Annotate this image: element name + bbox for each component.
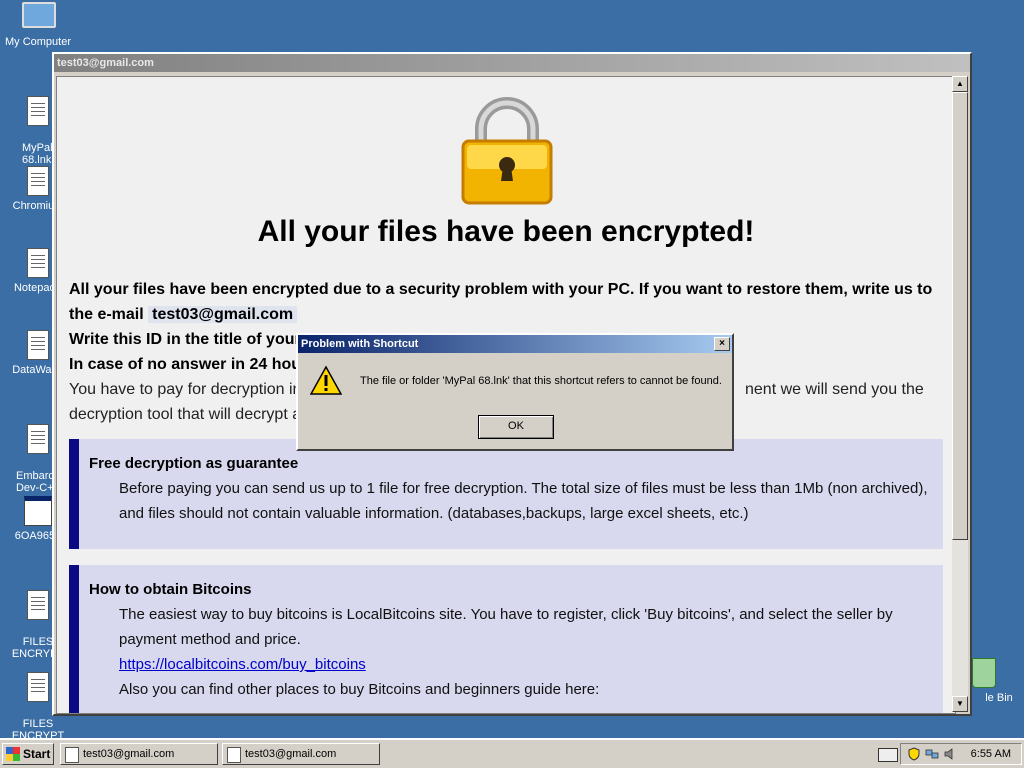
clock[interactable]: 6:55 AM (971, 744, 1011, 764)
bitcoin-text: The easiest way to buy bitcoins is Local… (119, 606, 893, 648)
free-decryption-box: Free decryption as guarantee Before payi… (69, 439, 943, 549)
scroll-thumb[interactable] (952, 92, 968, 540)
start-button[interactable]: Start (2, 743, 54, 765)
document-icon (227, 747, 241, 763)
start-label: Start (23, 747, 51, 761)
document-icon (22, 424, 54, 456)
error-message: The file or folder 'MyPal 68.lnk' that t… (360, 375, 722, 387)
warning-icon (310, 365, 342, 395)
desktop-icon-label: My Computer (4, 36, 72, 48)
window-title[interactable]: test03@gmail.com (54, 54, 970, 72)
payment-text-start: You have to pay for decryption in B (69, 381, 317, 398)
taskbar-item[interactable]: test03@gmail.com (222, 743, 380, 765)
free-decryption-text: Before paying you can send us up to 1 fi… (119, 480, 928, 522)
document-icon (22, 166, 54, 198)
document-icon (22, 330, 54, 362)
bitcoin-heading: How to obtain Bitcoins (89, 581, 252, 598)
intro-paragraph: All your files have been encrypted due t… (69, 277, 949, 327)
document-icon (22, 248, 54, 280)
email-address[interactable]: test03@gmail.com (148, 306, 298, 323)
bitcoin-more-text: Also you can find other places to buy Bi… (119, 681, 600, 698)
network-icon[interactable] (925, 747, 939, 761)
computer-icon (22, 2, 56, 34)
taskbar-item-label: test03@gmail.com (245, 748, 337, 760)
bitcoin-info-box: How to obtain Bitcoins The easiest way t… (69, 565, 943, 713)
dialog-title: Problem with Shortcut (301, 338, 419, 350)
keyboard-icon[interactable] (878, 748, 898, 762)
security-shield-icon[interactable] (907, 747, 921, 761)
system-tray: 6:55 AM (900, 743, 1022, 765)
windows-logo-icon (6, 747, 20, 761)
document-icon (22, 672, 54, 704)
window-icon (22, 496, 54, 528)
document-icon (65, 747, 79, 763)
shortcut-document-icon (22, 96, 54, 128)
desktop-icon-my-computer[interactable]: My Computer (0, 2, 76, 48)
close-button[interactable]: × (714, 337, 730, 351)
dialog-titlebar[interactable]: Problem with Shortcut × (298, 335, 732, 353)
padlock-icon (461, 97, 553, 205)
localbitcoins-link[interactable]: https://localbitcoins.com/buy_bitcoins (119, 656, 366, 673)
taskbar-item-label: test03@gmail.com (83, 748, 175, 760)
payment-text-end: nent we will send you the (745, 381, 924, 398)
scroll-up-button[interactable]: ▲ (952, 76, 968, 92)
headline: All your files have been encrypted! (257, 215, 755, 248)
problem-with-shortcut-dialog[interactable]: Problem with Shortcut × The file or fold… (296, 333, 734, 451)
ok-button[interactable]: OK (478, 415, 554, 439)
taskbar-item[interactable]: test03@gmail.com (60, 743, 218, 765)
document-icon (22, 590, 54, 622)
scroll-down-button[interactable]: ▼ (952, 696, 968, 712)
vertical-scrollbar[interactable]: ▲ ▼ (952, 76, 968, 712)
recycle-bin-icon (968, 658, 1000, 690)
taskbar: Start test03@gmail.com test03@gmail.com … (0, 738, 1024, 768)
volume-icon[interactable] (943, 747, 957, 761)
